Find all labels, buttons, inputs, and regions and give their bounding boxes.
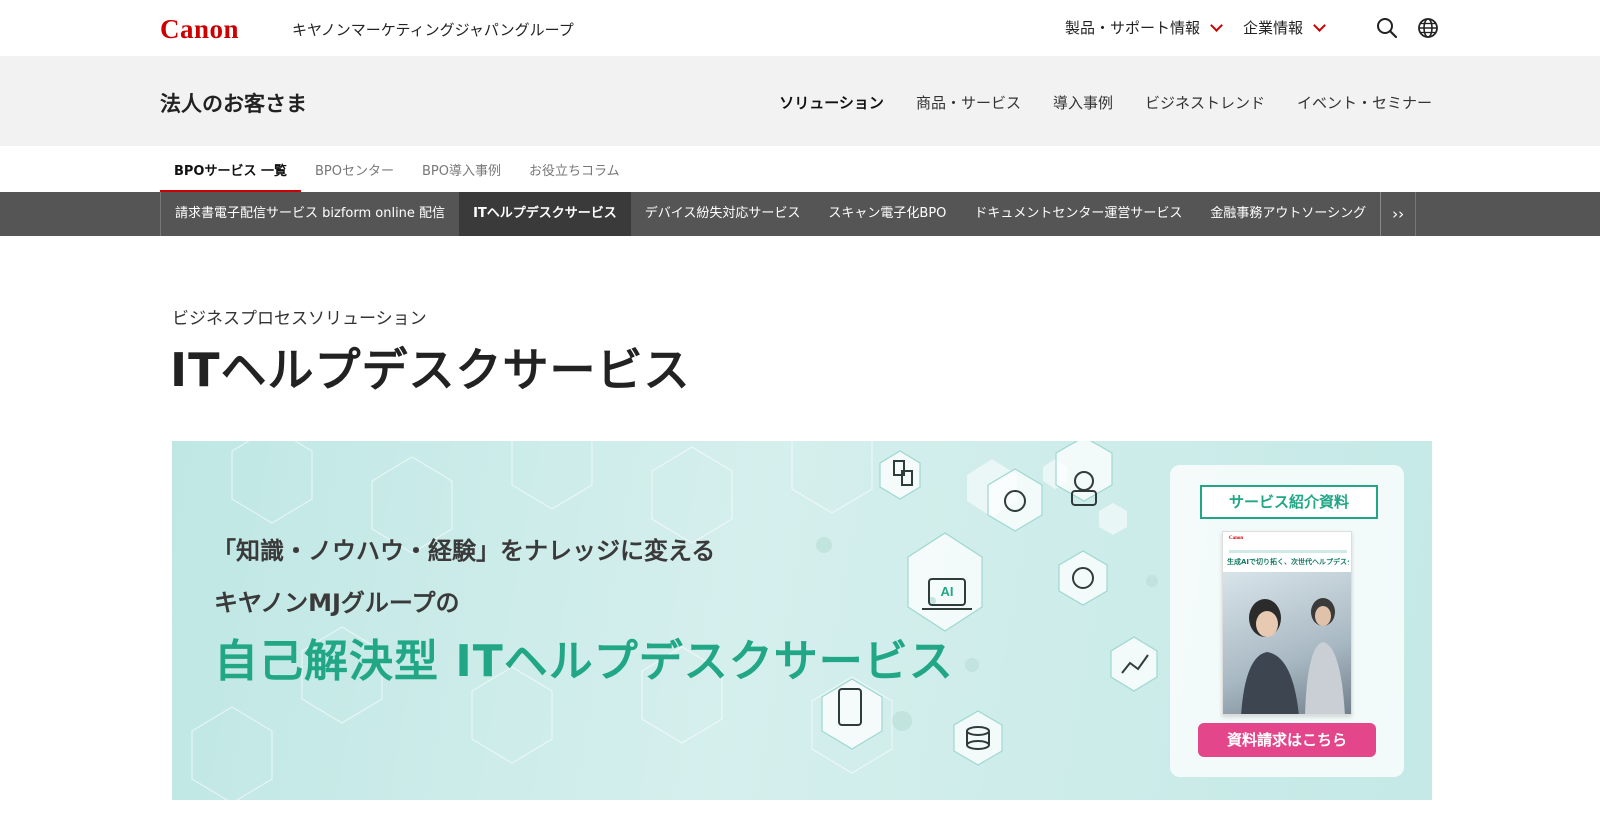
- request-brochure-button[interactable]: 資料請求はこちら: [1198, 723, 1376, 757]
- brochure-card[interactable]: サービス紹介資料 Canon 生成AIで切り拓く、次世代ヘルプデスク 資料請求は…: [1170, 465, 1404, 777]
- band-nav-trends[interactable]: ビジネストレンド: [1145, 92, 1265, 113]
- service-item-device-loss[interactable]: デバイス紛失対応サービス: [631, 192, 815, 236]
- band-title[interactable]: 法人のお客さま: [160, 88, 307, 118]
- brochure-logo: Canon: [1229, 536, 1244, 541]
- top-nav: 製品・サポート情報 企業情報: [1065, 17, 1346, 38]
- service-item-it-helpdesk[interactable]: ITヘルプデスクサービス: [459, 192, 631, 236]
- top-header: Canon キヤノンマーケティングジャパングループ 製品・サポート情報 企業情報: [0, 0, 1600, 56]
- tab-columns[interactable]: お役立ちコラム: [515, 146, 634, 192]
- ai-chat-hexagon: [907, 532, 983, 632]
- canon-logo[interactable]: Canon: [160, 14, 239, 45]
- tab-bpo-cases[interactable]: BPO導入事例: [408, 146, 515, 192]
- tab-bpo-center[interactable]: BPOセンター: [301, 146, 408, 192]
- chevron-down-icon: [1313, 18, 1326, 32]
- brochure-thumbnail[interactable]: Canon 生成AIで切り拓く、次世代ヘルプデスク: [1222, 531, 1352, 715]
- page-eyebrow: ビジネスプロセスソリューション: [172, 309, 427, 329]
- service-bar: 請求書電子配信サービス bizform online 配信 ITヘルプデスクサー…: [0, 192, 1600, 236]
- brochure-label: サービス紹介資料: [1200, 485, 1378, 519]
- service-item-scan-bpo[interactable]: スキャン電子化BPO: [814, 192, 960, 236]
- brochure-title: 生成AIで切り拓く、次世代ヘルプデスク: [1227, 556, 1349, 568]
- sub-tabs: BPOサービス 一覧 BPOセンター BPO導入事例 お役立ちコラム: [160, 146, 634, 192]
- group-name: キヤノンマーケティングジャパングループ: [292, 21, 574, 39]
- hero-banner[interactable]: AI 「知識・ノウハウ・経験」をナレッジに変える キヤノンMJグループの 自己解…: [172, 441, 1432, 800]
- top-nav-label: 製品・サポート情報: [1065, 19, 1201, 37]
- band-nav-events[interactable]: イベント・セミナー: [1297, 92, 1432, 113]
- top-nav-corporate[interactable]: 企業情報: [1243, 17, 1326, 38]
- ai-label: AI: [941, 584, 954, 599]
- globe-icon[interactable]: [1416, 16, 1440, 40]
- service-item-bizform[interactable]: 請求書電子配信サービス bizform online 配信: [161, 192, 459, 236]
- banner-headline: 自己解決型 ITヘルプデスクサービス: [214, 636, 954, 687]
- band-nav-solutions[interactable]: ソリューション: [779, 92, 884, 113]
- business-band: 法人のお客さま ソリューション 商品・サービス 導入事例 ビジネストレンド イベ…: [0, 56, 1600, 146]
- scroll-right-button[interactable]: ››: [1380, 192, 1417, 236]
- page-title: ITヘルプデスクサービス: [170, 343, 691, 397]
- band-nav-cases[interactable]: 導入事例: [1053, 92, 1113, 113]
- brochure-photo: [1223, 572, 1351, 714]
- chevron-down-icon: [1210, 18, 1223, 32]
- top-nav-label: 企業情報: [1243, 19, 1304, 37]
- service-item-finance[interactable]: 金融事務アウトソーシング: [1196, 192, 1380, 236]
- band-nav-products[interactable]: 商品・サービス: [916, 92, 1021, 113]
- top-nav-products-support[interactable]: 製品・サポート情報: [1065, 17, 1223, 38]
- banner-tagline: 「知識・ノウハウ・経験」をナレッジに変える: [212, 537, 716, 565]
- banner-subtitle: キヤノンMJグループの: [214, 589, 460, 617]
- service-item-document-center[interactable]: ドキュメントセンター運営サービス: [960, 192, 1196, 236]
- tab-bpo-services[interactable]: BPOサービス 一覧: [160, 146, 302, 192]
- band-nav: ソリューション 商品・サービス 導入事例 ビジネストレンド イベント・セミナー: [779, 92, 1432, 113]
- search-icon[interactable]: [1375, 16, 1399, 40]
- service-bar-items: 請求書電子配信サービス bizform online 配信 ITヘルプデスクサー…: [160, 192, 1417, 236]
- brochure-subline: [1229, 550, 1347, 553]
